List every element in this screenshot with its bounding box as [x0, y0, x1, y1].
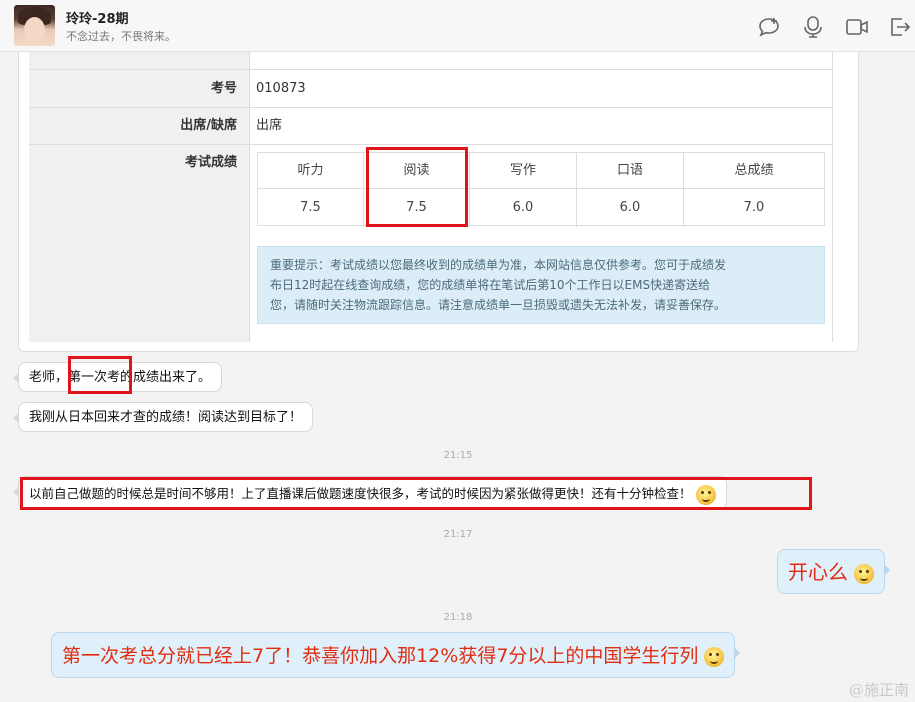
exam-number-value: 010873 — [250, 70, 832, 107]
message-text: 第一次考总分就已经上7了！恭喜你加入那12%获得7分以上的中国学生行列 — [62, 645, 699, 667]
avatar-face — [24, 17, 45, 43]
video-icon[interactable] — [845, 16, 869, 38]
message-highlight-box — [20, 477, 812, 510]
score-value: 6.0 — [512, 200, 534, 215]
clipped-row-label — [29, 52, 249, 69]
avatar[interactable] — [14, 5, 55, 46]
score-cell-total: 总成绩 7.0 — [684, 153, 824, 227]
timestamp: 21:17 — [443, 529, 473, 540]
score-value: 6.0 — [619, 200, 641, 215]
reading-highlight-box — [366, 147, 468, 227]
score-cell-speaking: 口语 6.0 — [577, 153, 684, 227]
watermark: @施正南 — [848, 681, 909, 699]
smile-emoji-icon — [704, 646, 725, 667]
score-table: 听力 7.5 阅读 7.5 写作 6.0 口语 6.0 总成绩 7.0 — [257, 152, 825, 227]
notice-line: 您，请随时关注物流跟踪信息。请注意成绩单一旦损毁或遗失无法补发，请妥善保存。 — [270, 298, 727, 312]
contact-signature: 不念过去，不畏将来。 — [66, 30, 176, 43]
message-bubble[interactable]: 第一次考总分就已经上7了！恭喜你加入那12%获得7分以上的中国学生行列 — [51, 632, 741, 678]
message-bubble[interactable]: 我刚从日本回来才查的成绩！阅读达到目标了！ — [12, 402, 314, 432]
important-notice: 重要提示：考试成绩以您最终收到的成绩单为准，本网站信息仅供参考。您可于成绩发 布… — [257, 246, 825, 324]
score-cell-listening: 听力 7.5 — [258, 153, 364, 227]
contact-name[interactable]: 玲玲-28期 — [66, 8, 129, 27]
chat-header: 玲玲-28期 不念过去，不畏将来。 — [0, 0, 915, 52]
first-exam-highlight-box — [68, 356, 132, 394]
share-exit-icon[interactable] — [888, 16, 912, 38]
score-value: 7.0 — [743, 200, 765, 215]
score-cell-writing: 写作 6.0 — [470, 153, 577, 227]
score-header: 口语 — [577, 153, 683, 189]
timestamp: 21:18 — [443, 612, 473, 623]
notice-line: 重要提示：考试成绩以您最终收到的成绩单为准，本网站信息仅供参考。您可于成绩发 — [270, 258, 727, 272]
notice-line: 布日12时起在线查询成绩，您的成绩单将在笔试后第10个工作日以EMS快递寄送给 — [270, 278, 711, 292]
timestamp: 21:15 — [443, 450, 473, 461]
message-text: 我刚从日本回来才查的成绩！阅读达到目标了！ — [29, 410, 303, 425]
message-bubble[interactable]: 开心么 — [777, 549, 891, 594]
score-header: 总成绩 — [684, 153, 824, 189]
message-text: 开心么 — [788, 560, 848, 584]
attendance-value: 出席 — [250, 108, 832, 144]
phone-icon[interactable] — [801, 16, 825, 38]
exam-number-label: 考号 — [29, 70, 249, 107]
exam-score-label: 考试成绩 — [29, 145, 249, 342]
score-value: 7.5 — [300, 200, 321, 215]
score-header: 写作 — [470, 153, 576, 189]
attendance-label: 出席/缺席 — [29, 108, 249, 144]
score-header: 听力 — [258, 153, 363, 189]
table-border — [832, 52, 833, 342]
chat-bubble-icon[interactable] — [757, 16, 781, 38]
smile-emoji-icon — [854, 563, 875, 584]
